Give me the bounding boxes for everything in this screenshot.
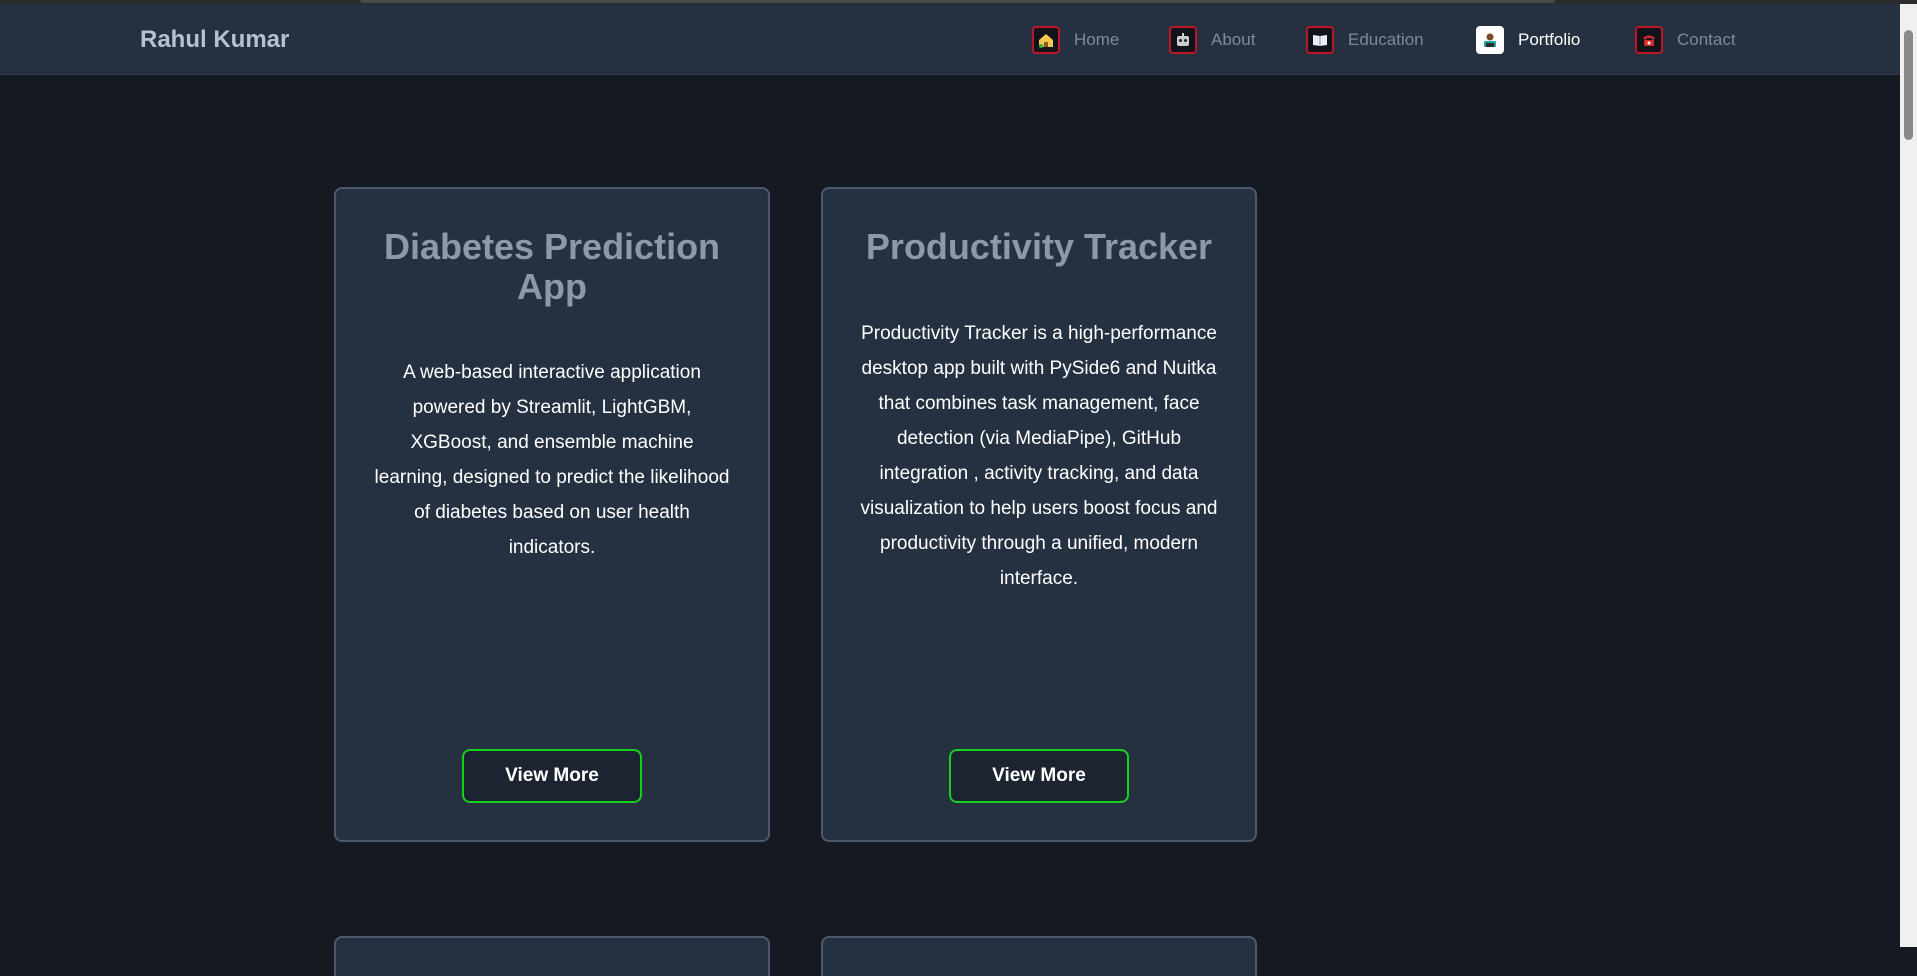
house-icon (1032, 26, 1060, 54)
horizontal-scroll-thumb[interactable] (360, 0, 1555, 3)
navbar: Rahul Kumar Home About Education Portfol… (0, 4, 1900, 75)
project-title: Diabetes Prediction App (383, 226, 721, 307)
vertical-scrollbar[interactable] (1900, 4, 1917, 947)
project-description: Productivity Tracker is a high-performan… (860, 323, 1218, 589)
technologist-icon (1476, 26, 1504, 54)
nav-about[interactable]: About (1169, 26, 1255, 54)
view-more-button[interactable]: View More (949, 749, 1129, 803)
nav-contact-label: Contact (1677, 30, 1736, 49)
telephone-icon (1635, 26, 1663, 54)
project-card-partial (334, 936, 770, 976)
vertical-scroll-thumb[interactable] (1904, 30, 1913, 140)
nav-education[interactable]: Education (1306, 26, 1424, 54)
project-card: Productivity Tracker Productivity Tracke… (821, 187, 1257, 842)
nav-about-label: About (1211, 30, 1256, 49)
robot-icon (1169, 26, 1197, 54)
project-card: Diabetes Prediction App A web-based inte… (334, 187, 770, 842)
nav-portfolio-label: Portfolio (1518, 30, 1581, 49)
view-more-button[interactable]: View More (462, 749, 642, 803)
nav-home-label: Home (1074, 30, 1120, 49)
nav-education-label: Education (1348, 30, 1424, 49)
nav-contact[interactable]: Contact (1635, 26, 1736, 54)
project-description: A web-based interactive application powe… (374, 362, 730, 558)
project-title: Productivity Tracker (865, 226, 1213, 267)
nav-portfolio[interactable]: Portfolio (1476, 26, 1580, 54)
nav-home[interactable]: Home (1032, 26, 1119, 54)
project-card-partial (821, 936, 1257, 976)
brand-name[interactable]: Rahul Kumar (140, 26, 289, 54)
book-icon (1306, 26, 1334, 54)
